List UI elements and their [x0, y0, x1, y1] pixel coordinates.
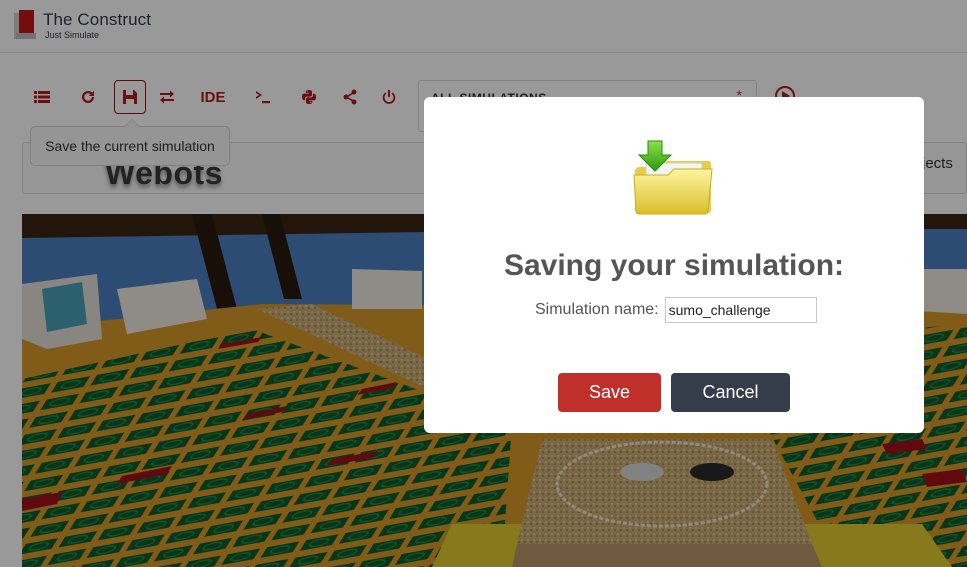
simulation-name-label: Simulation name:: [535, 301, 659, 318]
save-button[interactable]: Save: [558, 373, 661, 412]
simulation-name-input[interactable]: [664, 297, 817, 323]
cancel-button[interactable]: Cancel: [671, 373, 790, 412]
folder-download-icon: [633, 140, 713, 215]
save-simulation-dialog: Saving your simulation: Simulation name:…: [424, 97, 924, 433]
dialog-title: Saving your simulation:: [503, 249, 845, 282]
simulation-name-row: Simulation name:: [535, 297, 817, 323]
